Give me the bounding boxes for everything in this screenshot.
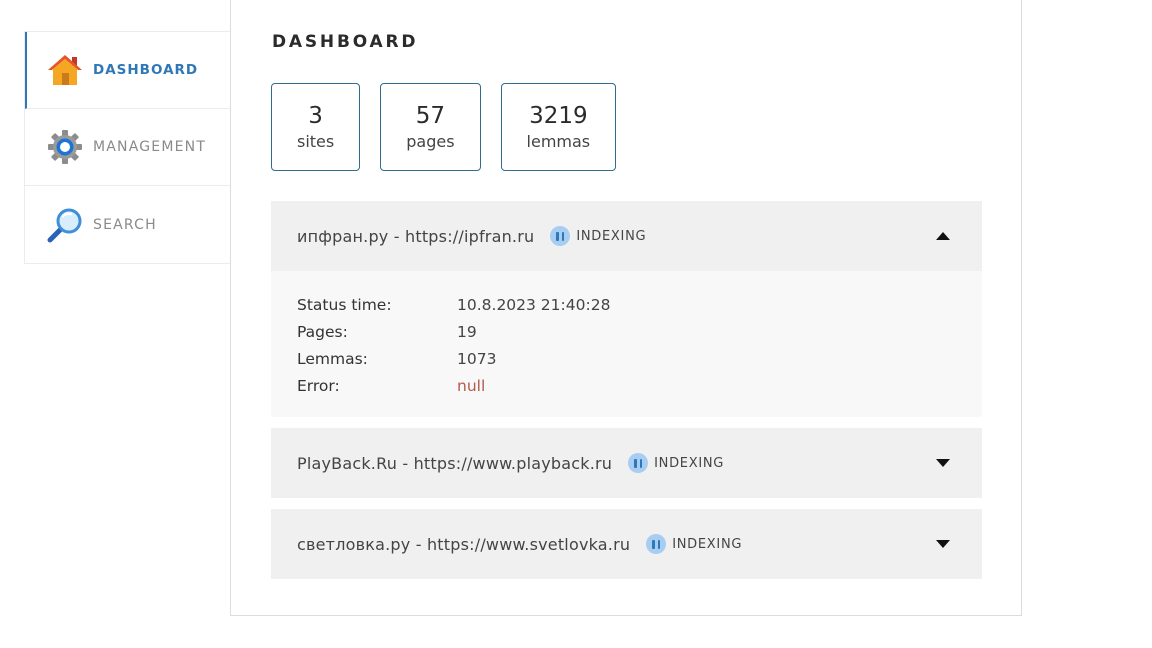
site-item: ипфран.ру - https://ipfran.ru INDEXING S…: [271, 201, 982, 417]
detail-row-lemmas: Lemmas: 1073: [297, 345, 956, 372]
detail-value-error: null: [457, 376, 486, 395]
sidebar-item-label: MANAGEMENT: [93, 139, 207, 155]
sites-list: ипфран.ру - https://ipfran.ru INDEXING S…: [271, 201, 982, 590]
detail-label: Status time:: [297, 295, 392, 314]
chevron-down-icon[interactable]: [936, 540, 950, 548]
magnifier-icon: [47, 207, 83, 243]
detail-row-pages: Pages: 19: [297, 318, 956, 345]
sidebar: DASHBOARD MANAGEMENT SEARCH: [24, 31, 230, 264]
site-title: светловка.ру - https://www.svetlovka.ru: [297, 534, 631, 554]
stat-value: 3219: [529, 102, 588, 129]
stat-value: 57: [415, 102, 446, 129]
stat-sites: 3 sites: [271, 83, 361, 171]
sidebar-item-dashboard[interactable]: DASHBOARD: [25, 32, 230, 109]
dashboard-panel: DASHBOARD 3 sites 57 pages 3219 lemmas и…: [230, 0, 1022, 616]
site-item: PlayBack.Ru - https://www.playback.ru IN…: [271, 428, 982, 498]
detail-label: Pages:: [297, 322, 348, 341]
status-text: INDEXING: [672, 536, 743, 552]
detail-label: Lemmas:: [297, 349, 368, 368]
site-header[interactable]: светловка.ру - https://www.svetlovka.ru …: [271, 509, 982, 579]
site-header[interactable]: ипфран.ру - https://ipfran.ru INDEXING: [271, 201, 982, 271]
stat-label: sites: [297, 132, 335, 152]
pause-icon: [646, 534, 667, 554]
status-text: INDEXING: [576, 228, 647, 244]
detail-value: 19: [457, 322, 477, 341]
detail-row-status-time: Status time: 10.8.2023 21:40:28: [297, 291, 956, 318]
chevron-up-icon[interactable]: [936, 232, 950, 240]
sidebar-item-search[interactable]: SEARCH: [25, 186, 230, 263]
chevron-down-icon[interactable]: [936, 459, 950, 467]
status-badge: INDEXING: [550, 226, 646, 246]
stat-label: lemmas: [526, 132, 591, 152]
detail-value: 1073: [457, 349, 497, 368]
stat-pages: 57 pages: [380, 83, 481, 171]
site-title: ипфран.ру - https://ipfran.ru: [297, 226, 535, 246]
pause-icon: [628, 453, 649, 473]
status-text: INDEXING: [654, 455, 725, 471]
gear-icon: [47, 129, 83, 165]
detail-label: Error:: [297, 376, 340, 395]
detail-value: 10.8.2023 21:40:28: [457, 295, 611, 314]
sidebar-item-label: SEARCH: [93, 216, 157, 233]
sidebar-item-label: DASHBOARD: [93, 62, 199, 78]
sidebar-item-management[interactable]: MANAGEMENT: [25, 109, 230, 186]
stat-value: 3: [308, 102, 323, 129]
stat-lemmas: 3219 lemmas: [500, 83, 617, 171]
detail-row-error: Error: null: [297, 372, 956, 399]
status-badge: INDEXING: [628, 453, 724, 473]
status-badge: INDEXING: [646, 534, 742, 554]
page-title: DASHBOARD: [272, 32, 419, 52]
site-item: светловка.ру - https://www.svetlovka.ru …: [271, 509, 982, 579]
stats-row: 3 sites 57 pages 3219 lemmas: [271, 83, 617, 171]
site-title: PlayBack.Ru - https://www.playback.ru: [297, 453, 613, 473]
pause-icon: [550, 226, 571, 246]
house-icon: [47, 52, 83, 88]
site-header[interactable]: PlayBack.Ru - https://www.playback.ru IN…: [271, 428, 982, 498]
site-details: Status time: 10.8.2023 21:40:28 Pages: 1…: [271, 271, 982, 417]
stat-label: pages: [406, 132, 455, 152]
